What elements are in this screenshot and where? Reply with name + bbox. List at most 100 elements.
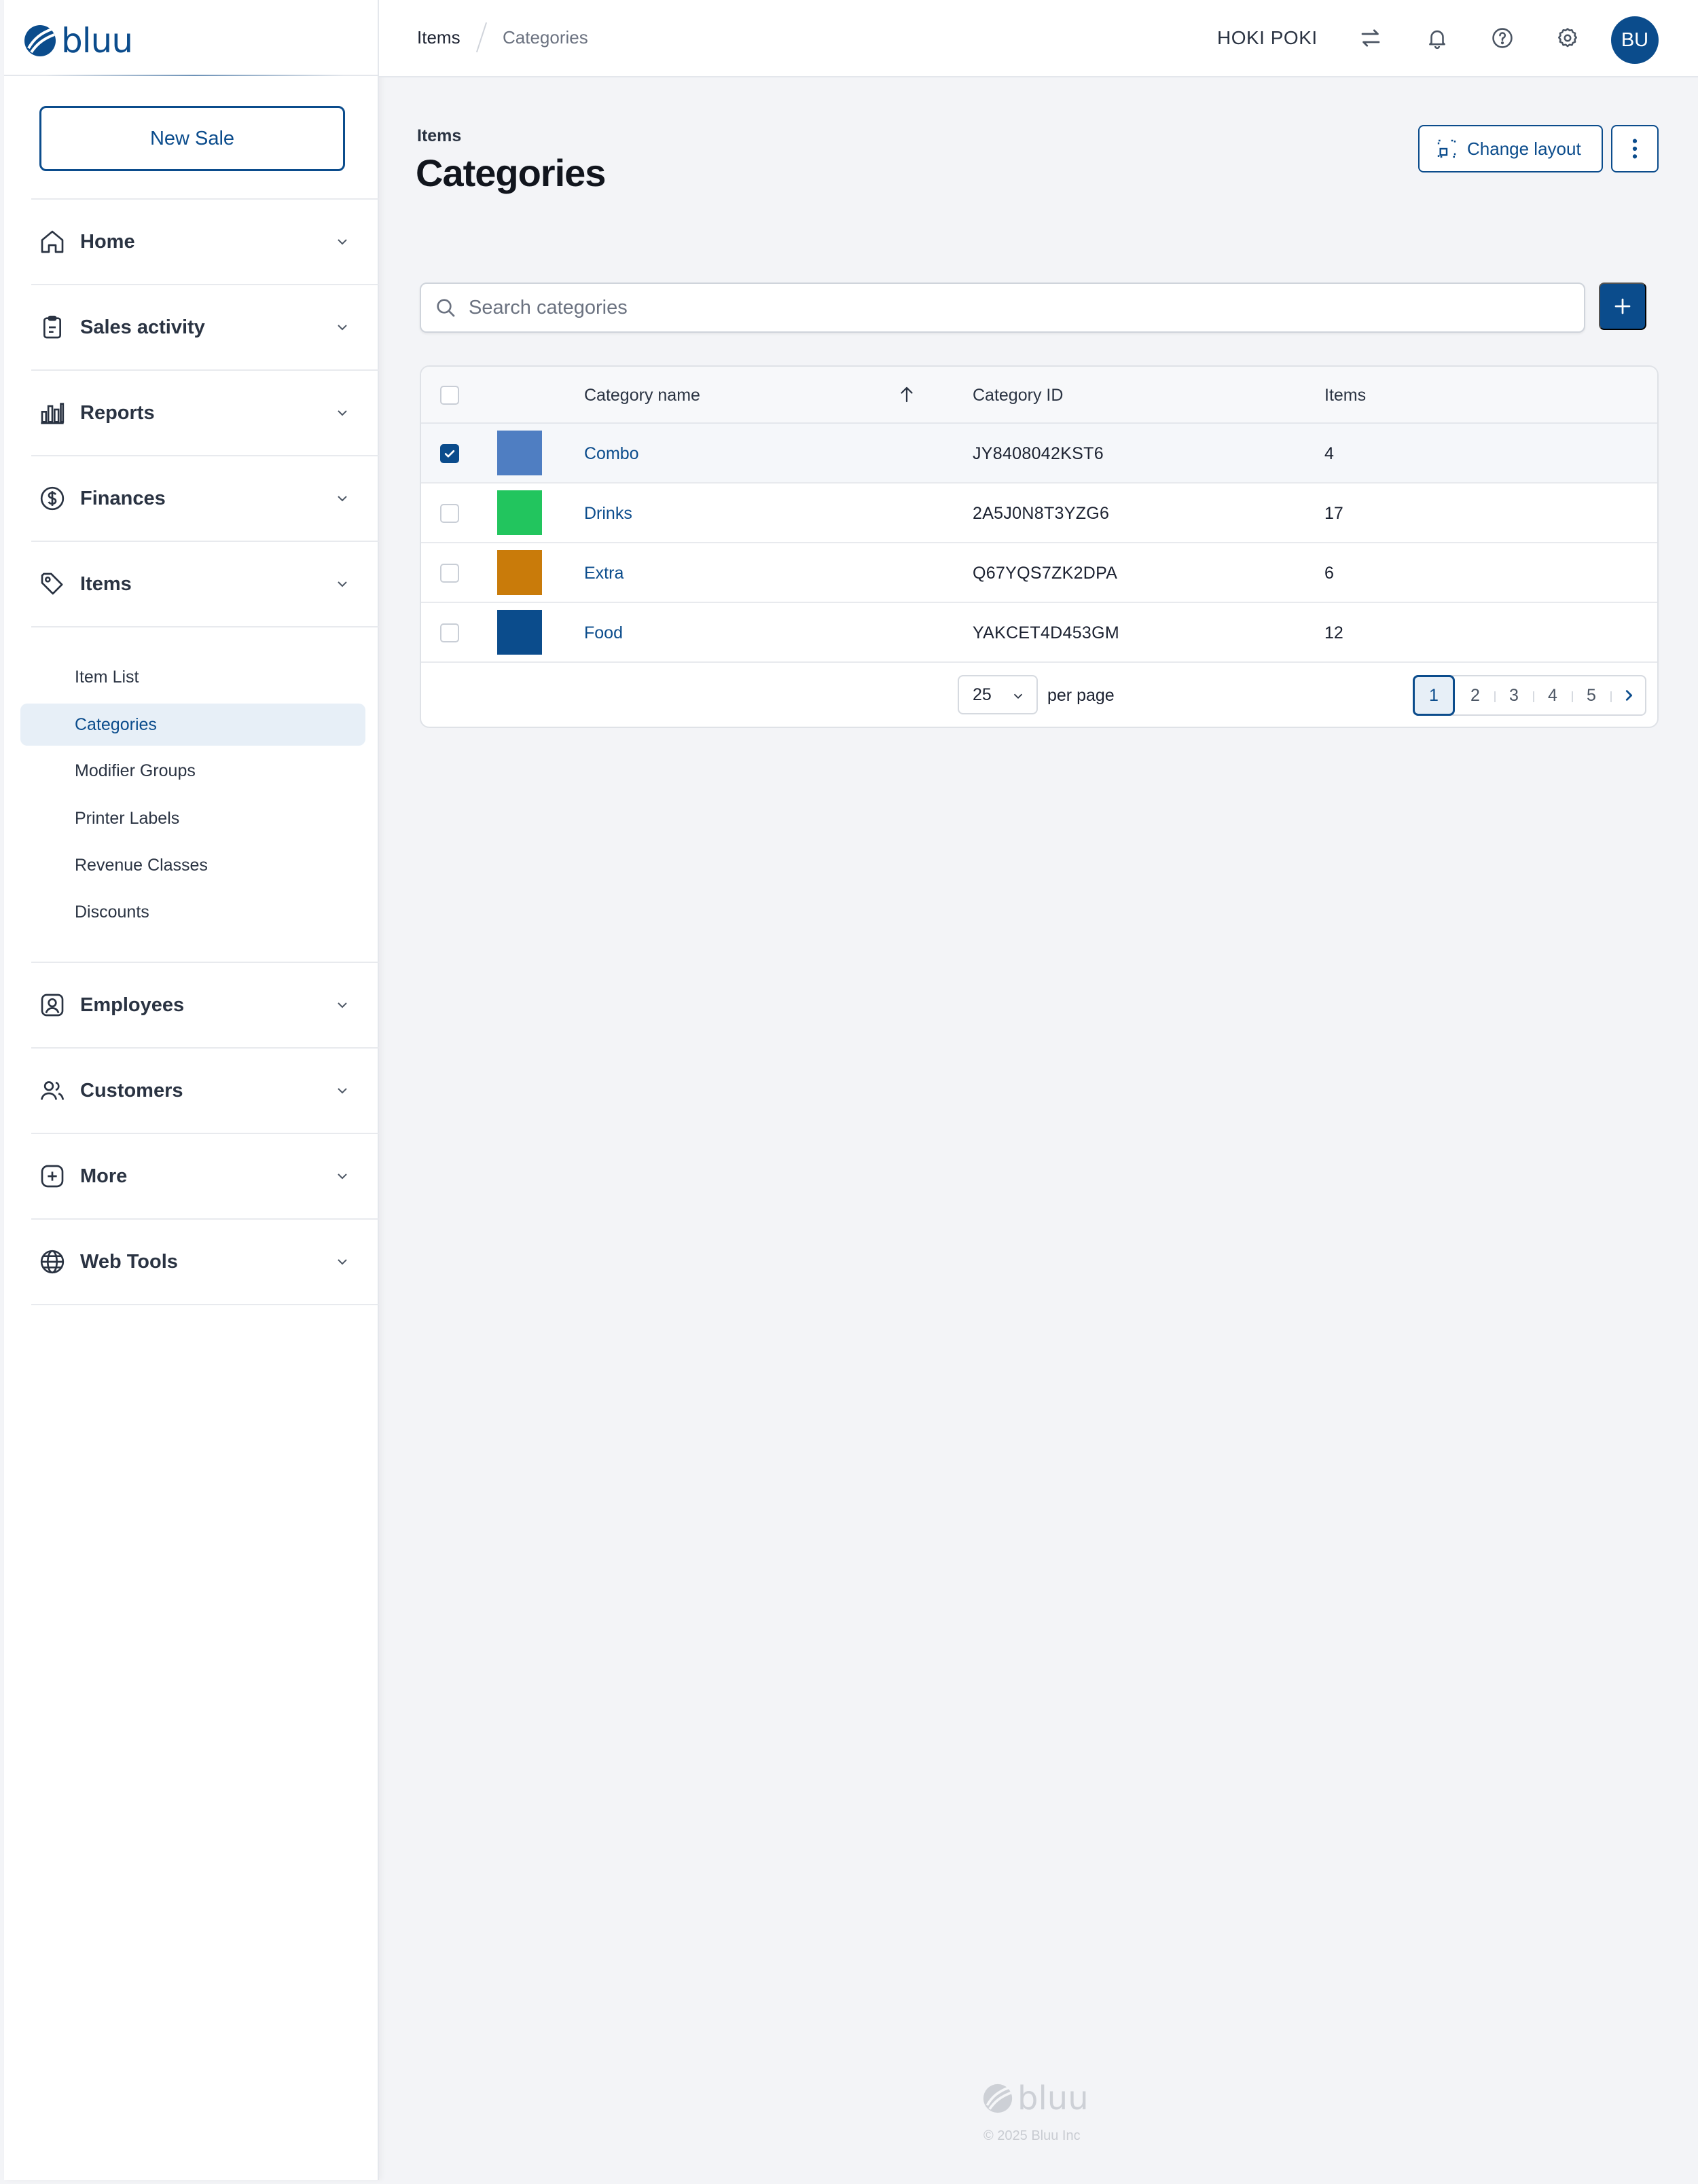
column-header-category-name[interactable]: Category name [584,386,700,405]
category-color-swatch [497,610,542,655]
nav-label: Home [80,230,135,253]
row-checkbox[interactable] [440,444,459,463]
sort-ascending-icon[interactable] [897,384,917,405]
page-button-1[interactable]: 1 [1413,675,1455,716]
chevron-down-icon [338,239,347,245]
nav-divider [31,626,379,627]
category-name-link[interactable]: Food [584,623,623,643]
user-avatar[interactable]: BU [1611,16,1659,64]
category-id: Q67YQS7ZK2DPA [973,564,1118,583]
page-button-3[interactable]: 3 [1495,676,1533,714]
tag-icon [37,568,68,600]
sub-item-modifier-groups[interactable]: Modifier Groups [20,750,365,792]
category-item-count: 6 [1324,564,1334,583]
checkmark-icon [444,450,455,458]
brand-logo[interactable]: bluu [23,19,133,62]
row-checkbox[interactable] [440,623,459,642]
chevron-down-icon [338,1173,347,1180]
change-layout-label: Change layout [1467,138,1581,159]
nav-label: Items [80,572,132,595]
table-footer: 25 per page 1 2 3 4 5 [421,663,1657,727]
pagination: 1 2 3 4 5 [1413,675,1646,716]
search-input[interactable] [469,296,1555,319]
nav-item-more[interactable]: More [31,1134,379,1218]
dollar-circle-icon [37,483,68,514]
category-id: JY8408042KST6 [973,444,1104,463]
home-icon [37,226,68,257]
sidebar: bluu New Sale Home Sales activity Report… [4,0,379,2180]
search-bar [420,283,1585,333]
select-all-checkbox[interactable] [440,386,459,405]
page-button-5[interactable]: 5 [1572,676,1610,714]
category-name-link[interactable]: Combo [584,444,639,464]
store-selector[interactable]: HOKI POKI [1217,27,1318,49]
breadcrumb-items[interactable]: Items [417,27,460,48]
next-page-button[interactable] [1610,676,1648,714]
new-sale-button[interactable]: New Sale [39,106,345,171]
globe-icon [37,1246,68,1277]
categories-table: Category name Category ID Items Combo JY… [420,365,1659,728]
table-row[interactable]: Food YAKCET4D453GM 12 [421,603,1657,663]
nav-label: Reports [80,401,155,424]
change-layout-button[interactable]: Change layout [1418,125,1603,172]
column-header-category-id[interactable]: Category ID [973,386,1063,405]
sub-item-discounts[interactable]: Discounts [20,891,365,933]
more-options-button[interactable] [1611,125,1659,172]
category-name-link[interactable]: Drinks [584,504,632,524]
page-title: Categories [416,151,606,194]
sub-item-revenue-classes[interactable]: Revenue Classes [20,844,365,886]
nav-divider [31,1304,379,1305]
chevron-down-icon [338,496,347,502]
breadcrumb-separator [475,22,488,53]
nav-item-reports[interactable]: Reports [31,371,379,455]
table-header: Category name Category ID Items [421,367,1657,424]
nav-item-finances[interactable]: Finances [31,456,379,541]
gear-icon[interactable] [1553,23,1583,53]
footer-brand-name: bluu [1017,2079,1089,2117]
table-row[interactable]: Combo JY8408042KST6 4 [421,424,1657,484]
nav-item-items[interactable]: Items [31,542,379,626]
bluu-logo-icon [24,25,56,56]
nav-item-sales-activity[interactable]: Sales activity [31,285,379,369]
footer-copyright: © 2025 Bluu Inc [983,2128,1081,2143]
chevron-down-icon [338,581,347,587]
category-item-count: 12 [1324,623,1343,642]
chevron-down-icon [338,325,347,331]
users-icon [37,1075,68,1106]
category-name-link[interactable]: Extra [584,564,624,583]
swap-arrows-icon[interactable] [1356,23,1386,53]
footer-logo: bluu [982,2079,1089,2117]
sub-item-item-list[interactable]: Item List [20,656,365,698]
help-circle-icon[interactable] [1487,23,1517,53]
logo-divider [4,75,379,76]
table-row[interactable]: Drinks 2A5J0N8T3YZG6 17 [421,484,1657,543]
bell-icon[interactable] [1422,23,1452,53]
sub-item-categories[interactable]: Categories [20,704,365,746]
sub-item-printer-labels[interactable]: Printer Labels [20,797,365,839]
column-header-items[interactable]: Items [1324,386,1366,405]
nav-item-web-tools[interactable]: Web Tools [31,1220,379,1304]
per-page-select[interactable]: 25 [958,675,1038,714]
plus-square-icon [37,1161,68,1192]
nav-item-home[interactable]: Home [31,200,379,284]
top-bar: Items Categories HOKI POKI BU [379,0,1698,77]
page-button-4[interactable]: 4 [1534,676,1572,714]
add-category-button[interactable] [1599,283,1646,330]
table-row[interactable]: Extra Q67YQS7ZK2DPA 6 [421,543,1657,603]
kebab-menu-icon [1632,139,1638,159]
page-button-2[interactable]: 2 [1456,676,1494,714]
id-badge-icon [37,989,68,1021]
search-icon [433,295,458,320]
chevron-down-icon [1013,693,1023,699]
row-checkbox[interactable] [440,564,459,583]
category-item-count: 4 [1324,444,1334,463]
layout-icon [1437,139,1456,158]
chevron-down-icon [338,1088,347,1094]
nav-item-customers[interactable]: Customers [31,1049,379,1133]
category-color-swatch [497,431,542,475]
nav-item-employees[interactable]: Employees [31,963,379,1047]
row-checkbox[interactable] [440,504,459,523]
nav-label: Employees [80,994,185,1016]
category-color-swatch [497,550,542,595]
per-page-value: 25 [973,685,992,704]
